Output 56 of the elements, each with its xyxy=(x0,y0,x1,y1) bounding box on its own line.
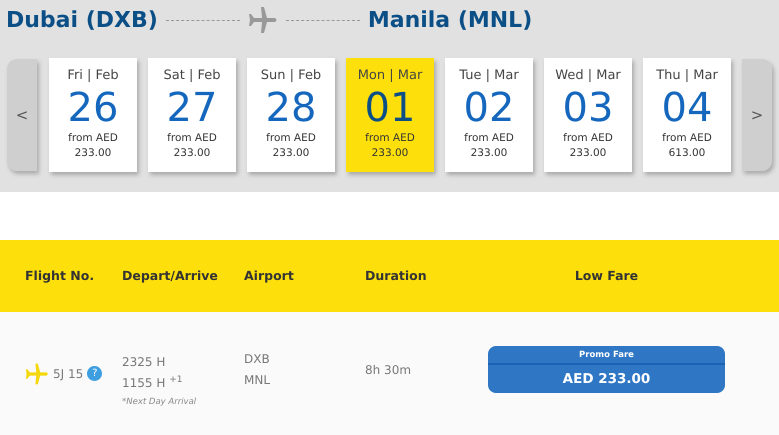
from-label: from AED xyxy=(661,131,713,146)
next-day-note: *Next Day Arrival xyxy=(122,396,198,408)
date-number: 27 xyxy=(166,85,218,131)
origin-city: Dubai (DXB) xyxy=(6,6,158,34)
date-number: 01 xyxy=(364,85,416,131)
date-card[interactable]: Fri | Feb 26 from AED 233.00 xyxy=(49,58,137,172)
airport-code: MNL xyxy=(244,372,272,389)
column-header: Depart/Arrive xyxy=(122,268,218,283)
date-card[interactable]: Mon | Mar 01 from AED 233.00 xyxy=(346,58,434,172)
day-label: Mon | Mar xyxy=(356,67,424,85)
airplane-icon xyxy=(25,362,49,384)
price-label: 233.00 xyxy=(272,146,310,161)
date-card[interactable]: Tue | Mar 02 from AED 233.00 xyxy=(445,58,533,172)
flight-number: 5J 15 xyxy=(53,366,84,382)
date-card[interactable]: Sat | Feb 27 from AED 233.00 xyxy=(148,58,236,172)
price-label: 233.00 xyxy=(470,146,508,161)
price-label: 233.00 xyxy=(74,146,112,161)
date-number: 02 xyxy=(462,85,516,131)
price-label: 613.00 xyxy=(668,146,706,161)
day-label: Sun | Feb xyxy=(260,67,322,85)
arrive-time: 1155 H $^{+1}$ xyxy=(122,374,184,392)
day-label: Thu | Mar xyxy=(655,67,719,85)
column-header: Low Fare xyxy=(574,268,638,283)
depart-time: 2325 H xyxy=(122,354,166,371)
duration-text: 8h 30m xyxy=(365,362,412,376)
date-number: 26 xyxy=(66,85,120,131)
price-label: 233.00 xyxy=(370,146,410,161)
day-label: Sat | Feb xyxy=(162,67,222,85)
day-label: Wed | Mar xyxy=(554,67,622,85)
column-header: Airport xyxy=(244,268,294,283)
column-header: Flight No. xyxy=(25,268,94,283)
date-number: 03 xyxy=(562,85,614,131)
next-dates-button[interactable]: > xyxy=(742,59,772,171)
previous-dates-button[interactable]: < xyxy=(7,59,37,171)
day-label: Tue | Mar xyxy=(458,67,520,85)
date-card[interactable]: Wed | Mar 03 from AED 233.00 xyxy=(544,58,632,172)
from-label: from AED xyxy=(265,131,317,146)
date-number: 28 xyxy=(264,85,318,131)
day-label: Fri | Feb xyxy=(66,67,120,85)
date-card[interactable]: Sun | Feb 28 from AED 233.00 xyxy=(247,58,335,172)
price-label: 233.00 xyxy=(568,146,608,161)
fare-type-label: Promo Fare xyxy=(488,346,725,364)
price-label: 233.00 xyxy=(172,146,212,161)
fare-price: AED 233.00 xyxy=(562,370,652,388)
destination-city: Manila (MNL) xyxy=(368,6,532,34)
from-label: from AED xyxy=(166,131,218,146)
from-label: from AED xyxy=(562,131,614,146)
date-number: 04 xyxy=(660,85,714,131)
airport-code: DXB xyxy=(244,351,271,368)
date-card[interactable]: Thu | Mar 04 from AED 613.00 xyxy=(643,58,731,172)
column-header: Duration xyxy=(365,268,427,283)
from-label: from AED xyxy=(364,131,416,146)
from-label: from AED xyxy=(67,131,119,146)
fare-button[interactable]: Promo Fare AED 233.00 xyxy=(488,346,725,393)
airplane-icon xyxy=(248,7,278,33)
from-label: from AED xyxy=(463,131,515,146)
